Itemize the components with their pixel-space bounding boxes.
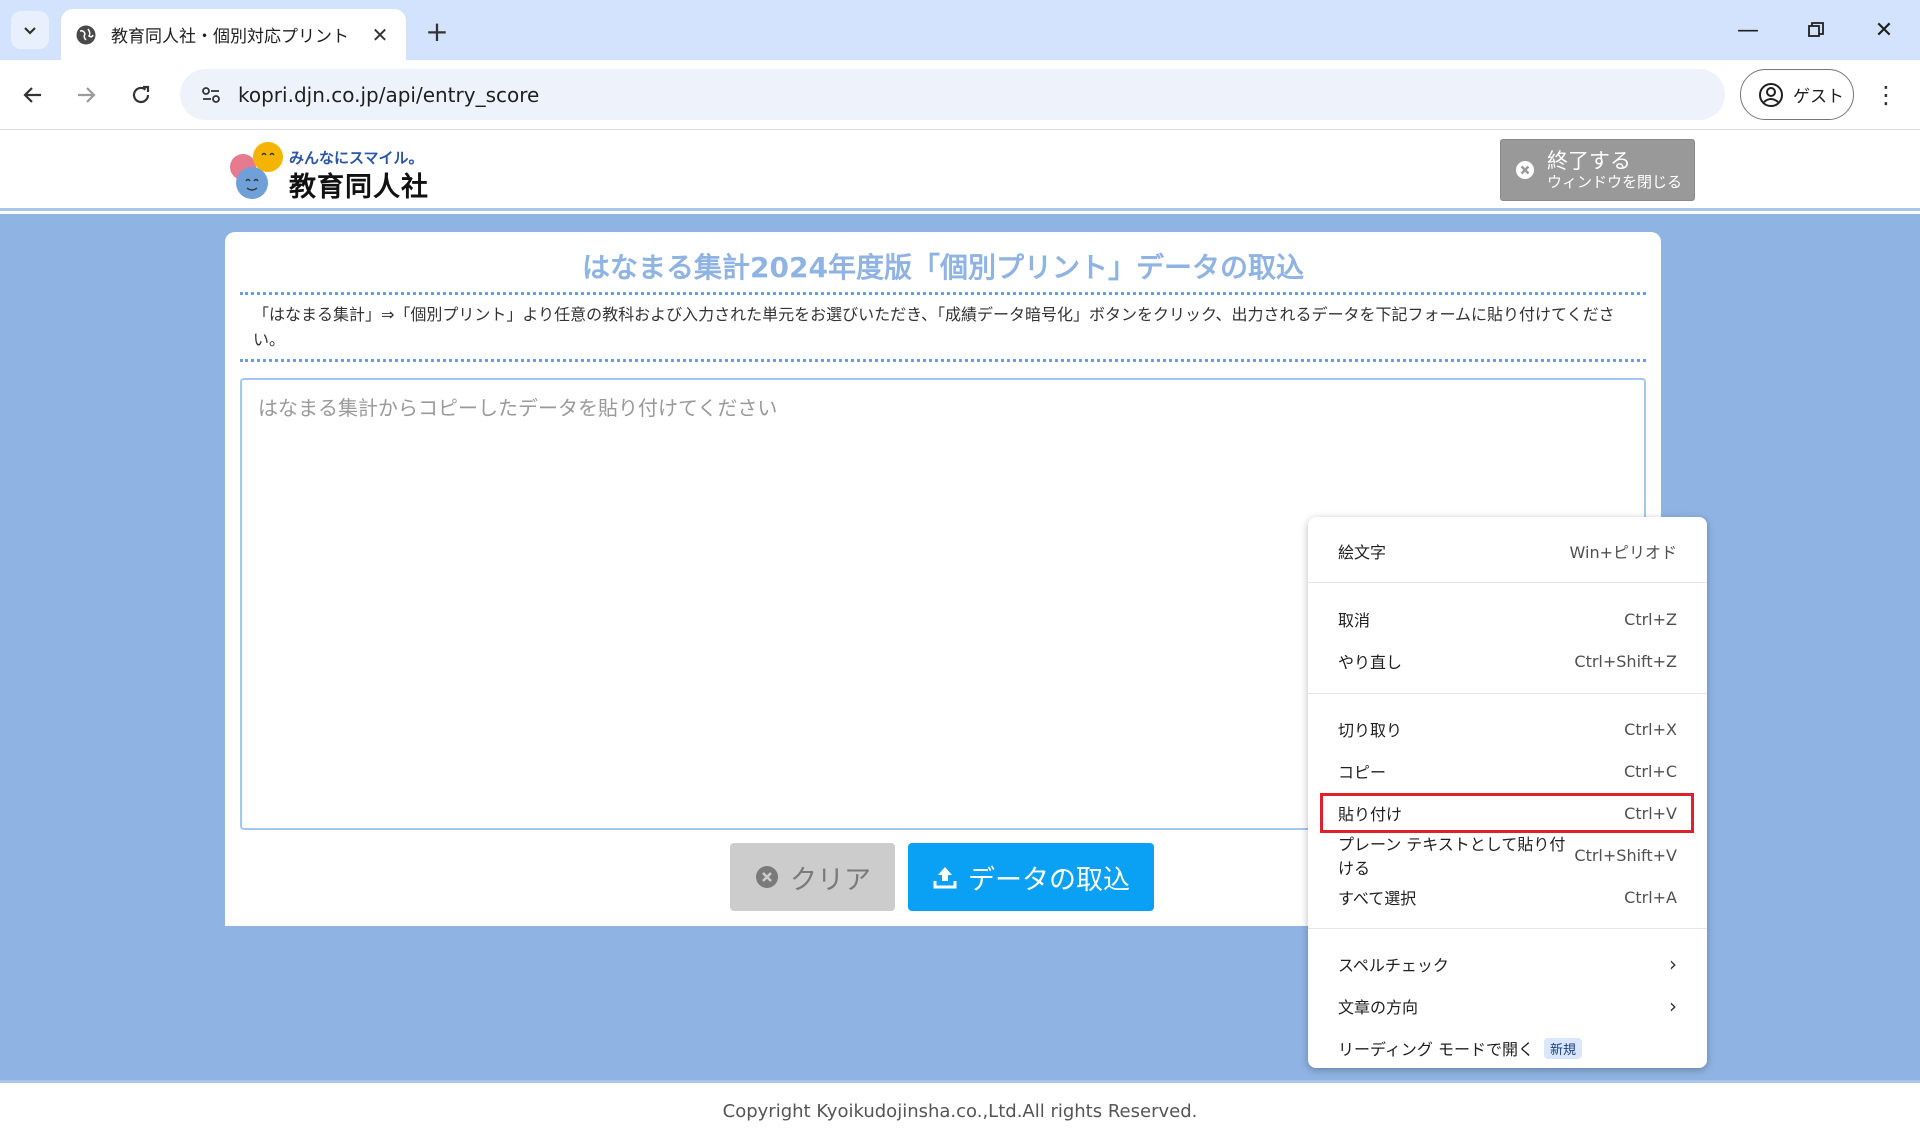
site-settings-icon[interactable]	[198, 82, 224, 108]
address-bar[interactable]: kopri.djn.co.jp/api/entry_score	[180, 69, 1725, 120]
menu-item-spellcheck[interactable]: スペルチェック ›	[1308, 943, 1707, 985]
import-data-button[interactable]: データの取込	[908, 843, 1154, 911]
menu-item-shortcut: Win+ピリオド	[1569, 543, 1677, 562]
tab-title: 教育同人社・個別対応プリント	[111, 27, 349, 47]
menu-item-label: すべて選択	[1338, 889, 1417, 908]
menu-item-label: 取消	[1338, 611, 1371, 630]
paste-highlight-box	[1320, 793, 1694, 833]
divider	[240, 292, 1646, 295]
close-circle-icon	[1516, 161, 1534, 179]
context-menu: 絵文字 Win+ピリオド 取消 Ctrl+Z やり直し Ctrl+Shift+Z…	[1308, 517, 1707, 1068]
profile-button[interactable]: ゲスト	[1740, 69, 1854, 120]
menu-item-paste-plain[interactable]: プレーン テキストとして貼り付ける Ctrl+Shift+V	[1308, 834, 1707, 878]
menu-item-label: リーディング モードで開く	[1338, 1040, 1534, 1059]
menu-item-redo[interactable]: やり直し Ctrl+Shift+Z	[1308, 640, 1707, 682]
menu-item-text-direction[interactable]: 文章の方向 ›	[1308, 985, 1707, 1027]
forward-icon[interactable]	[68, 77, 104, 113]
chevron-right-icon: ›	[1669, 952, 1677, 976]
menu-item-label: コピー	[1338, 763, 1387, 782]
more-menu-icon[interactable]: ⋮	[1871, 77, 1901, 113]
close-window-icon[interactable]: ✕	[1856, 10, 1912, 50]
menu-separator	[1308, 928, 1707, 929]
exit-button-sublabel: ウィンドウを閉じる	[1547, 173, 1683, 191]
browser-tab-active[interactable]: 教育同人社・個別対応プリント ✕	[61, 9, 406, 60]
menu-separator	[1308, 582, 1707, 583]
new-tab-button[interactable]: +	[420, 14, 454, 48]
tab-search-button[interactable]	[11, 11, 49, 49]
menu-item-select-all[interactable]: すべて選択 Ctrl+A	[1308, 876, 1707, 918]
reload-icon[interactable]	[123, 77, 159, 113]
divider	[240, 359, 1646, 362]
menu-item-label: 文章の方向	[1338, 998, 1419, 1017]
url-text[interactable]: kopri.djn.co.jp/api/entry_score	[238, 83, 539, 107]
upload-icon	[933, 867, 957, 889]
menu-item-shortcut: Ctrl+A	[1624, 887, 1677, 907]
menu-item-label: やり直し	[1338, 653, 1403, 672]
menu-separator	[1308, 693, 1707, 694]
menu-item-emoji[interactable]: 絵文字 Win+ピリオド	[1308, 530, 1707, 572]
tab-close-icon[interactable]: ✕	[368, 23, 392, 47]
account-icon	[1759, 82, 1783, 107]
chevron-down-icon	[24, 27, 36, 35]
menu-item-shortcut: Ctrl+X	[1624, 719, 1677, 739]
profile-label: ゲスト	[1793, 87, 1844, 107]
back-icon[interactable]	[15, 77, 51, 113]
chevron-right-icon: ›	[1669, 994, 1677, 1018]
menu-item-shortcut: Ctrl+Shift+Z	[1574, 651, 1677, 671]
site-footer: Copyright Kyoikudojinsha.co.,Ltd.All rig…	[0, 1080, 1920, 1140]
menu-item-reading-mode[interactable]: リーディング モードで開く 新規	[1308, 1027, 1707, 1069]
menu-item-undo[interactable]: 取消 Ctrl+Z	[1308, 598, 1707, 640]
browser-tab-bar: 教育同人社・個別対応プリント ✕ + — ✕	[0, 0, 1920, 60]
smile-logo-icon	[230, 142, 283, 199]
company-logo[interactable]: みんなにスマイル。 教育同人社	[226, 141, 436, 203]
clear-button[interactable]: クリア	[730, 843, 895, 911]
clear-circle-icon	[756, 866, 778, 888]
menu-item-label: 切り取り	[1338, 721, 1403, 740]
menu-item-shortcut: Ctrl+Shift+V	[1574, 845, 1677, 865]
restore-icon[interactable]	[1788, 10, 1844, 50]
new-badge: 新規	[1543, 1037, 1582, 1059]
import-button-label: データの取込	[968, 864, 1130, 896]
menu-item-label: スペルチェック	[1338, 956, 1449, 975]
menu-item-cut[interactable]: 切り取り Ctrl+X	[1308, 708, 1707, 750]
clear-button-label: クリア	[790, 864, 871, 896]
page-title: はなまる集計2024年度版「個別プリント」データの取込	[582, 251, 1304, 284]
globe-icon	[76, 25, 96, 44]
exit-button-label: 終了する	[1547, 149, 1631, 173]
instruction-text: 「はなまる集計」⇒「個別プリント」より任意の教科および入力された単元をお選びいた…	[253, 305, 1615, 349]
menu-item-label: プレーン テキストとして貼り付ける	[1338, 835, 1566, 878]
exit-button[interactable]: 終了する ウィンドウを閉じる	[1500, 139, 1695, 201]
browser-toolbar: kopri.djn.co.jp/api/entry_score ゲスト ⋮	[0, 60, 1920, 130]
menu-item-shortcut: Ctrl+C	[1623, 761, 1677, 781]
copyright-text: Copyright Kyoikudojinsha.co.,Ltd.All rig…	[722, 1101, 1198, 1122]
menu-item-copy[interactable]: コピー Ctrl+C	[1308, 750, 1707, 792]
site-header: みんなにスマイル。 教育同人社 終了する ウィンドウを閉じる	[0, 131, 1920, 211]
menu-item-label: 絵文字	[1338, 543, 1387, 562]
menu-item-shortcut: Ctrl+Z	[1624, 609, 1677, 629]
logo-company-name: 教育同人社	[289, 172, 429, 203]
minimize-icon[interactable]: —	[1720, 10, 1776, 50]
